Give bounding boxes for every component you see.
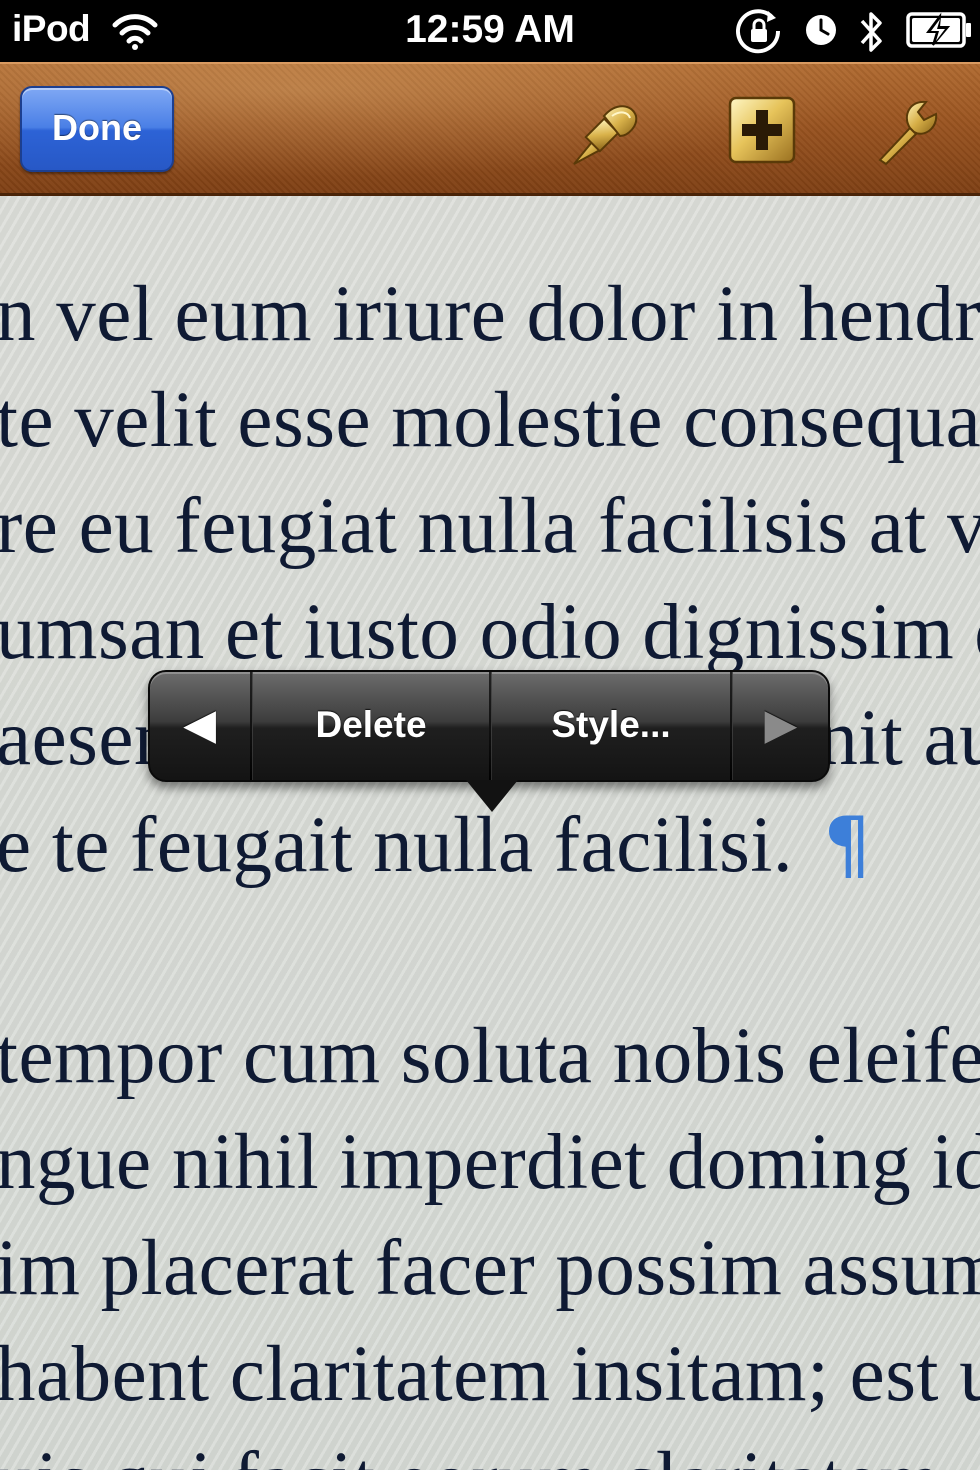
menu-next-button[interactable]: ▶ [733,672,828,780]
edit-callout-menu: ◀ Delete Style... ▶ [148,670,830,782]
text-line: te velit esse molestie consequat [0,377,980,464]
battery-charging-icon [906,12,971,48]
insert-plus-icon[interactable] [728,96,796,164]
left-arrow-icon: ◀ [184,703,216,747]
text-line: n vel eum iriure dolor in hendrerit [0,271,980,358]
text-line-content: e te feugait nulla facilisi. [0,802,794,889]
text-line: re eu feugiat nulla facilisis at vero [0,483,980,570]
alarm-icon [806,15,836,45]
screen: iPod 12:59 AM Done n vel eum iriure dolo… [0,0,980,1470]
text-line: umsan et iusto odio dignissim qui [0,589,980,676]
orientation-lock-icon [736,9,781,54]
right-arrow-icon: ▶ [765,703,796,747]
text-line: uis qui facit eorum claritatem [0,1436,941,1470]
status-bar: iPod 12:59 AM [0,0,980,62]
document-text-area[interactable]: n vel eum iriure dolor in hendrerit te v… [0,196,980,1470]
toolbar: Done [0,62,980,196]
text-line-last: e te feugait nulla facilisi. ¶ [0,800,872,891]
delete-button[interactable]: Delete [253,672,489,780]
text-line: tempor cum soluta nobis eleifend [0,1013,980,1100]
bluetooth-icon [860,12,882,52]
menu-pointer-arrow [466,780,518,812]
wrench-icon[interactable] [870,94,944,168]
style-button[interactable]: Style... [492,672,730,780]
paragraph-mark-icon: ¶ [823,800,872,889]
text-line: ngue nihil imperdiet doming id quod [0,1119,980,1206]
paintbrush-icon[interactable] [566,96,642,172]
done-button[interactable]: Done [20,86,174,172]
menu-prev-button[interactable]: ◀ [150,672,250,780]
text-line: im placerat facer possim assum [0,1225,980,1312]
text-line: habent claritatem insitam; est usus [0,1331,980,1418]
